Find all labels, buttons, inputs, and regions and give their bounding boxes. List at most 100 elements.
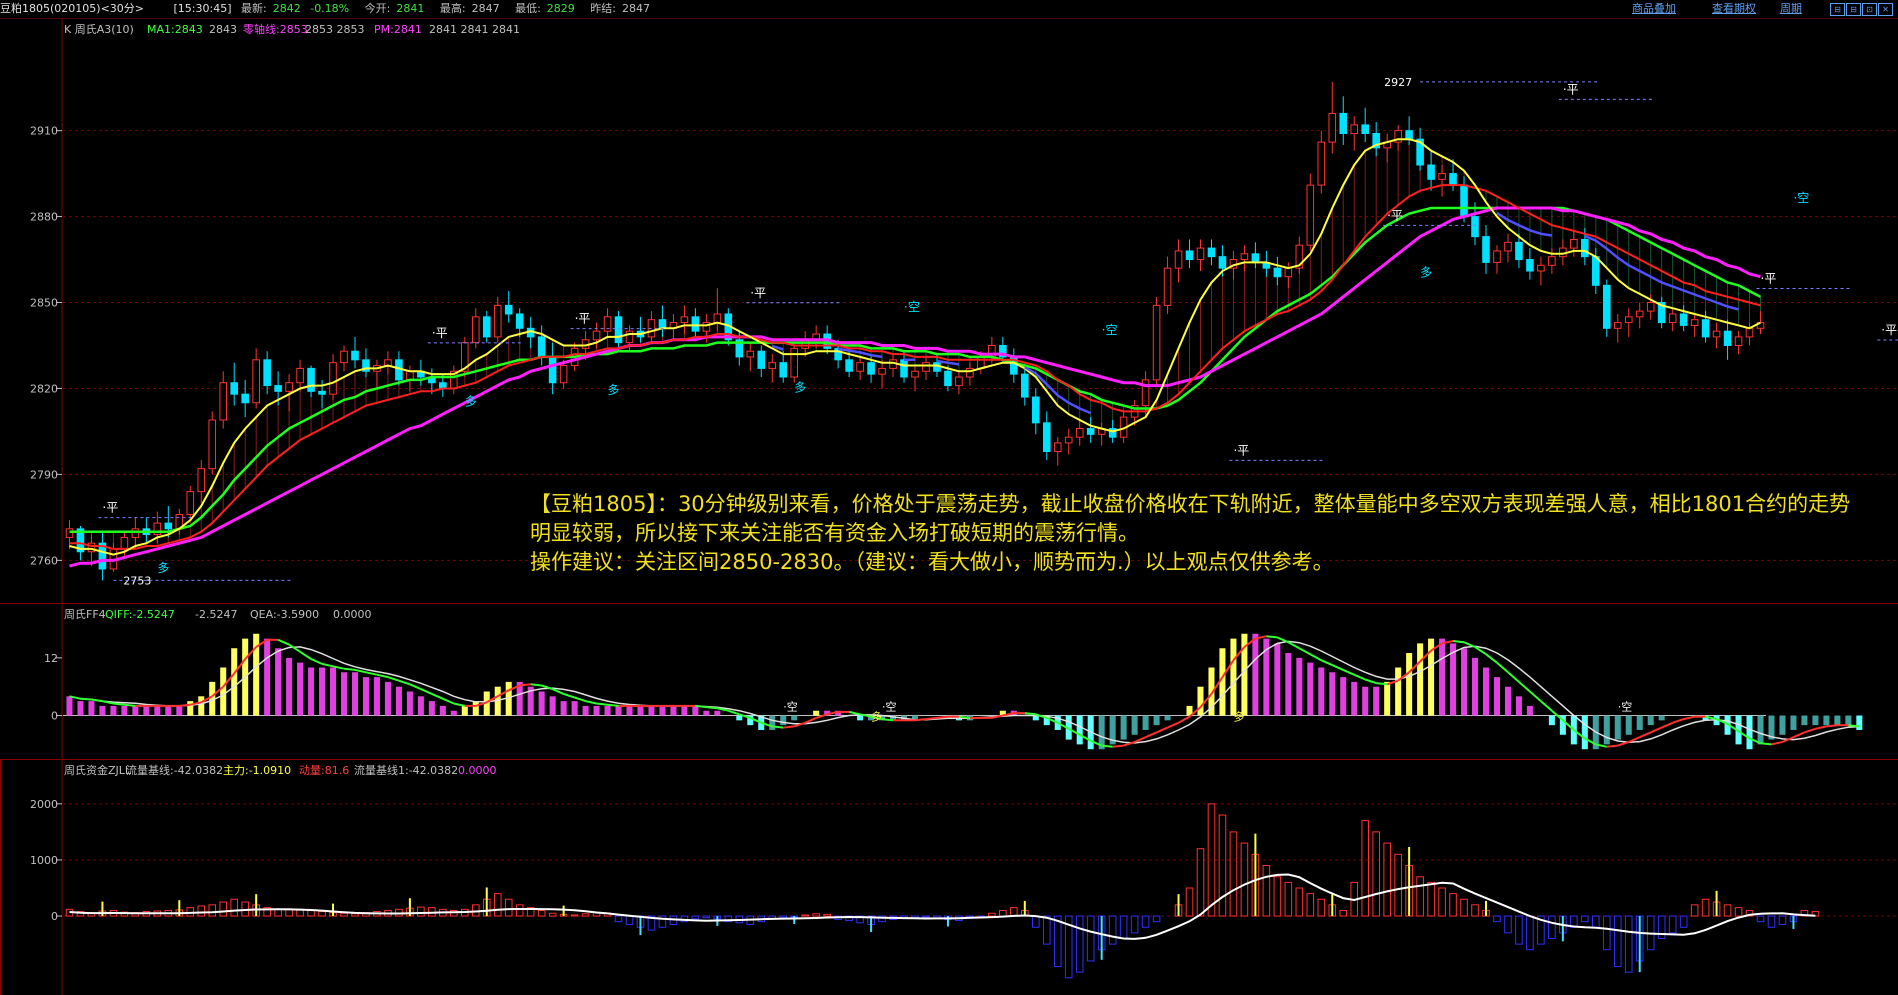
ff4-signal-segment	[1331, 664, 1344, 671]
ff4-signal-segment	[442, 697, 455, 705]
ff4-signal-segment	[179, 703, 191, 707]
zj-bar	[1504, 915, 1512, 934]
candle-body	[241, 393, 249, 404]
ff4-tick-label: 0	[51, 710, 58, 723]
zj-bar	[1042, 915, 1051, 945]
candle-body	[878, 367, 886, 375]
candle-body	[1712, 330, 1721, 338]
last-label: 最新:	[241, 2, 267, 15]
open-value: 2841	[396, 2, 425, 15]
ff4-signal-segment	[1167, 721, 1179, 729]
candle-body	[296, 367, 304, 384]
candle-body	[977, 356, 985, 369]
ff4-signal-segment	[958, 715, 971, 719]
zj-legend-base1: 流量基线1:-42.0382	[354, 763, 458, 777]
candle-body	[1460, 184, 1468, 218]
zj-bar	[515, 904, 524, 917]
candle-body	[340, 350, 348, 364]
zj-bar	[1449, 893, 1457, 917]
ff4-signal-segment	[1145, 731, 1157, 739]
ff4-signal-segment	[1101, 744, 1113, 748]
zj-bar	[988, 912, 996, 917]
view-options-link[interactable]: 查看期权	[1712, 0, 1756, 18]
ff4-signal-segment	[1276, 636, 1289, 644]
open-price: 今开: 2841	[365, 2, 431, 15]
change-value: -0.18%	[310, 2, 350, 15]
ff4-signal-segment	[1452, 640, 1465, 644]
candle-body	[1526, 259, 1534, 272]
ff4-signal-segment	[365, 671, 378, 676]
candle-body	[263, 359, 271, 387]
candle-body	[1339, 112, 1348, 134]
main-legend-zero: 零轴线:2853	[243, 22, 308, 36]
zj-bar	[548, 912, 557, 917]
zj-bar	[812, 913, 820, 917]
candle-body	[1493, 250, 1501, 263]
zj-bar	[1218, 814, 1227, 917]
maximize-icon[interactable]: ⊡	[1862, 3, 1877, 16]
zj-bar	[318, 911, 326, 917]
zj-bar	[1416, 876, 1424, 917]
candle-body	[1668, 313, 1677, 324]
zj-bar	[1613, 915, 1622, 968]
candle-body	[779, 362, 788, 378]
tile-icon[interactable]: ⊟	[1846, 3, 1861, 16]
ff4-signal-segment	[387, 676, 400, 682]
candle-body	[867, 362, 875, 375]
signal-marker: 多	[1420, 266, 1432, 280]
zj-bar	[1778, 915, 1787, 925]
candle-body	[1581, 238, 1589, 258]
ff4-signal-segment	[1518, 681, 1531, 693]
zj-legend-name: 周氏资金ZJLL	[64, 763, 132, 777]
candle-body	[922, 362, 930, 372]
layout-icon[interactable]: ⊟	[1830, 3, 1845, 16]
ff4-signal-segment	[299, 650, 312, 660]
ff4-signal-segment	[695, 704, 707, 709]
candle-body	[1306, 184, 1315, 246]
candle-body	[120, 536, 129, 550]
zj-bar	[1196, 848, 1205, 917]
ff4-signal-segment	[772, 725, 784, 729]
signal-marker: ·平	[575, 312, 591, 326]
zj-bar	[1383, 842, 1391, 917]
zj-bar	[1339, 909, 1348, 917]
zj-bar	[417, 906, 425, 917]
symbol-label: 豆粕1805(020105)<30分>	[0, 2, 144, 15]
zj-bar	[1108, 915, 1117, 945]
candle-body	[1734, 336, 1743, 346]
zj-bar	[219, 901, 228, 917]
ff4-signal-segment	[1650, 726, 1663, 734]
ff4-signal-segment	[1112, 744, 1124, 748]
zj-bar	[1273, 876, 1282, 917]
close-icon[interactable]: ✕	[1878, 3, 1893, 16]
ff4-signal-segment	[706, 706, 718, 710]
candle-body	[1031, 396, 1040, 424]
zj-tick-label: 1000	[30, 854, 58, 867]
zj-bar	[340, 912, 348, 917]
low-value: 2829	[546, 2, 575, 15]
zj-bar	[999, 909, 1007, 917]
ff4-legend-last: 0.0000	[333, 608, 372, 621]
ff4-signal-segment	[1024, 712, 1036, 716]
commodity-overlay-link[interactable]: 商品叠加	[1632, 0, 1676, 18]
ff4-signal-segment	[310, 658, 323, 665]
zj-bar	[691, 915, 700, 920]
candle-body	[1548, 256, 1556, 266]
ff4-signal-segment	[1178, 715, 1190, 724]
low-label: 最低:	[515, 2, 541, 15]
zj-bar	[614, 915, 623, 923]
ff4-signal-segment	[925, 716, 938, 721]
signal-marker: ·平	[1563, 82, 1579, 96]
period-link[interactable]: 周期	[1780, 0, 1802, 18]
candle-body	[164, 522, 173, 530]
ff4-marker: 多	[1233, 709, 1244, 723]
candle-body	[230, 382, 238, 395]
signal-marker: 多	[608, 383, 620, 397]
candle-body	[548, 356, 557, 384]
zj-bar	[1438, 887, 1446, 917]
zj-flow-line	[69, 873, 1816, 940]
zj-bar	[1262, 865, 1271, 917]
ff4-signal-segment	[530, 683, 542, 687]
candle-body	[1592, 256, 1600, 286]
signal-marker: 多	[794, 380, 806, 394]
